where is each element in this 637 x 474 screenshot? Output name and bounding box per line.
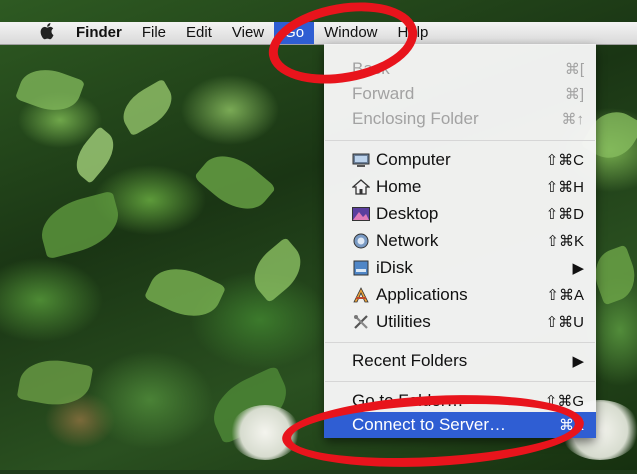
menu-item-desktop[interactable]: Desktop ⇧⌘D bbox=[324, 201, 596, 227]
menu-item-label: Forward bbox=[352, 84, 415, 103]
menu-finder[interactable]: Finder bbox=[66, 22, 132, 44]
menu-item-back[interactable]: Back ⌘[ bbox=[324, 56, 596, 82]
menu-item-label: Connect to Server… bbox=[352, 415, 507, 434]
menu-item-label: Home bbox=[376, 177, 422, 196]
menu-view[interactable]: View bbox=[222, 22, 274, 44]
menu-item-shortcut: ⇧⌘D bbox=[545, 206, 584, 223]
menu-item-go-to-folder[interactable]: Go to Folder… ⇧⌘G bbox=[324, 388, 596, 414]
menu-item-utilities[interactable]: Utilities ⇧⌘U bbox=[324, 309, 596, 335]
menu-item-shortcut: ⇧⌘G bbox=[544, 393, 584, 410]
menu-item-idisk[interactable]: iDisk ▶ bbox=[324, 255, 596, 281]
menu-item-label: Network bbox=[376, 231, 439, 250]
menu-window[interactable]: Window bbox=[314, 22, 387, 44]
menu-item-shortcut: ⇧⌘K bbox=[546, 233, 584, 250]
menu-separator bbox=[325, 140, 595, 141]
menu-go[interactable]: Go bbox=[274, 22, 315, 44]
menu-file[interactable]: File bbox=[132, 22, 176, 44]
menu-item-label: iDisk bbox=[376, 258, 413, 277]
menu-item-label: Back bbox=[352, 59, 390, 78]
menu-separator bbox=[325, 381, 595, 382]
menu-item-label: Computer bbox=[376, 150, 451, 169]
menu-item-network[interactable]: Network ⇧⌘K bbox=[324, 228, 596, 254]
menu-edit[interactable]: Edit bbox=[176, 22, 222, 44]
menu-item-shortcut: ⇧⌘C bbox=[545, 152, 584, 169]
menu-item-connect-to-server[interactable]: Connect to Server… ⌘K bbox=[324, 412, 596, 438]
utilities-icon bbox=[351, 313, 371, 331]
menu-item-shortcut: ⌘] bbox=[564, 86, 584, 103]
menu-help[interactable]: Help bbox=[388, 22, 439, 44]
menu-item-label: Recent Folders bbox=[352, 351, 468, 370]
home-icon bbox=[351, 178, 371, 196]
applications-icon bbox=[351, 286, 371, 304]
menu-item-applications[interactable]: Applications ⇧⌘A bbox=[324, 282, 596, 308]
menu-item-shortcut: ⇧⌘H bbox=[545, 179, 584, 196]
go-menu-dropdown: Back ⌘[ Forward ⌘] Enclosing Folder ⌘↑ C… bbox=[324, 44, 596, 438]
menu-item-enclosing-folder[interactable]: Enclosing Folder ⌘↑ bbox=[324, 106, 596, 132]
apple-icon[interactable] bbox=[30, 22, 66, 45]
menu-item-computer[interactable]: Computer ⇧⌘C bbox=[324, 147, 596, 173]
menu-item-label: Desktop bbox=[376, 204, 439, 223]
computer-icon bbox=[351, 151, 371, 169]
menu-item-label: Enclosing Folder bbox=[352, 109, 479, 128]
menu-item-label: Applications bbox=[376, 285, 468, 304]
desktop-icon bbox=[351, 205, 371, 223]
menu-item-forward[interactable]: Forward ⌘] bbox=[324, 81, 596, 107]
menu-item-recent-folders[interactable]: Recent Folders ▶ bbox=[324, 348, 596, 374]
idisk-icon bbox=[351, 259, 371, 277]
menu-item-shortcut: ⇧⌘U bbox=[545, 314, 584, 331]
network-icon bbox=[351, 232, 371, 250]
menu-separator bbox=[325, 342, 595, 343]
menu-item-label: Go to Folder… bbox=[352, 391, 464, 410]
menu-bar: Finder File Edit View Go Window Help bbox=[0, 22, 637, 45]
menu-item-shortcut: ⌘[ bbox=[564, 61, 584, 78]
menu-item-label: Utilities bbox=[376, 312, 431, 331]
submenu-arrow-icon: ▶ bbox=[572, 260, 584, 277]
menu-item-shortcut: ⌘↑ bbox=[561, 111, 585, 128]
submenu-arrow-icon: ▶ bbox=[572, 353, 584, 370]
menu-item-home[interactable]: Home ⇧⌘H bbox=[324, 174, 596, 200]
menu-item-shortcut: ⇧⌘A bbox=[546, 287, 584, 304]
menu-item-shortcut: ⌘K bbox=[558, 417, 584, 434]
